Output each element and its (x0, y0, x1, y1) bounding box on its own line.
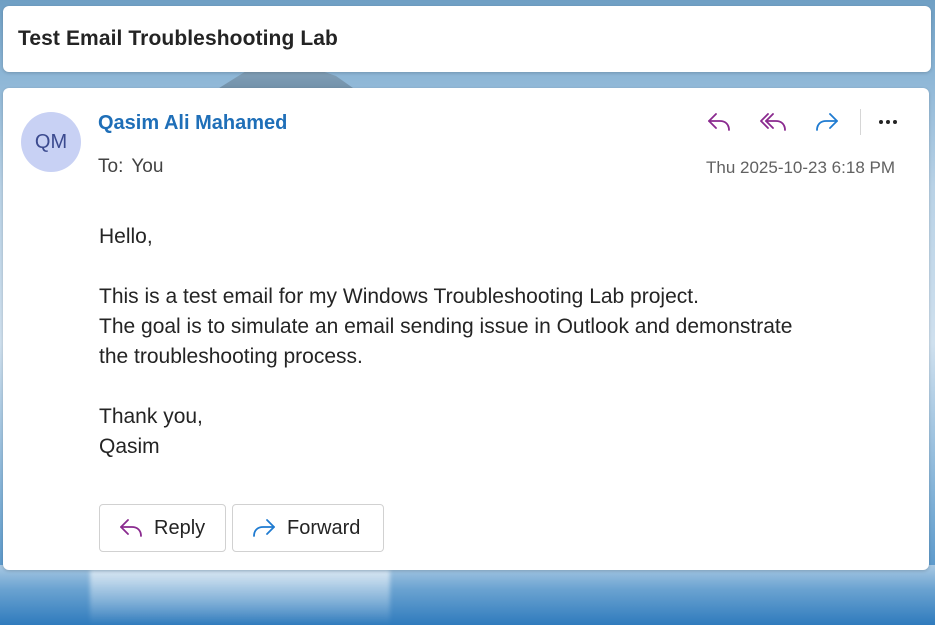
toolbar-divider (860, 109, 861, 135)
forward-button-label: Forward (287, 516, 361, 539)
sent-date: Thu 2025-10-23 6:18 PM (705, 158, 895, 177)
reply-button[interactable]: Reply (99, 504, 226, 552)
quick-reply-buttons: Reply Forward (99, 504, 384, 552)
avatar-initials: QM (34, 130, 68, 153)
body-line-2: The goal is to simulate an email sending… (99, 315, 793, 338)
body-line-1: This is a test email for my Windows Trou… (99, 285, 699, 308)
email-subject: Test Email Troubleshooting Lab (18, 27, 338, 50)
forward-action-button[interactable] (808, 106, 846, 138)
body-signature: Qasim (99, 435, 160, 458)
to-label: To: (98, 156, 124, 177)
reply-icon (120, 519, 142, 537)
body-line-3: the troubleshooting process. (99, 345, 363, 368)
message-actions-toolbar (700, 106, 907, 138)
body-greeting: Hello, (99, 225, 153, 248)
forward-button[interactable]: Forward (232, 504, 384, 552)
reply-icon (708, 113, 730, 131)
recipient-name[interactable]: You (131, 156, 163, 178)
message-body: Hello, This is a test email for my Windo… (99, 222, 889, 462)
message-pane: QM Qasim Ali Mahamed To: You Thu 2025-10… (3, 88, 929, 570)
reply-all-icon (760, 113, 786, 131)
forward-icon (816, 113, 838, 131)
body-closing: Thank you, (99, 405, 203, 428)
more-icon (879, 120, 897, 124)
forward-icon (253, 519, 275, 537)
wallpaper-reflection (90, 570, 390, 625)
sender-avatar[interactable]: QM (21, 112, 81, 172)
sender-name[interactable]: Qasim Ali Mahamed (98, 112, 287, 135)
reply-button-label: Reply (154, 516, 206, 539)
reply-all-action-button[interactable] (754, 106, 792, 138)
reply-action-button[interactable] (700, 106, 738, 138)
subject-header: Test Email Troubleshooting Lab (3, 6, 931, 72)
recipients-line: To: You (98, 156, 163, 178)
more-actions-button[interactable] (869, 106, 907, 138)
